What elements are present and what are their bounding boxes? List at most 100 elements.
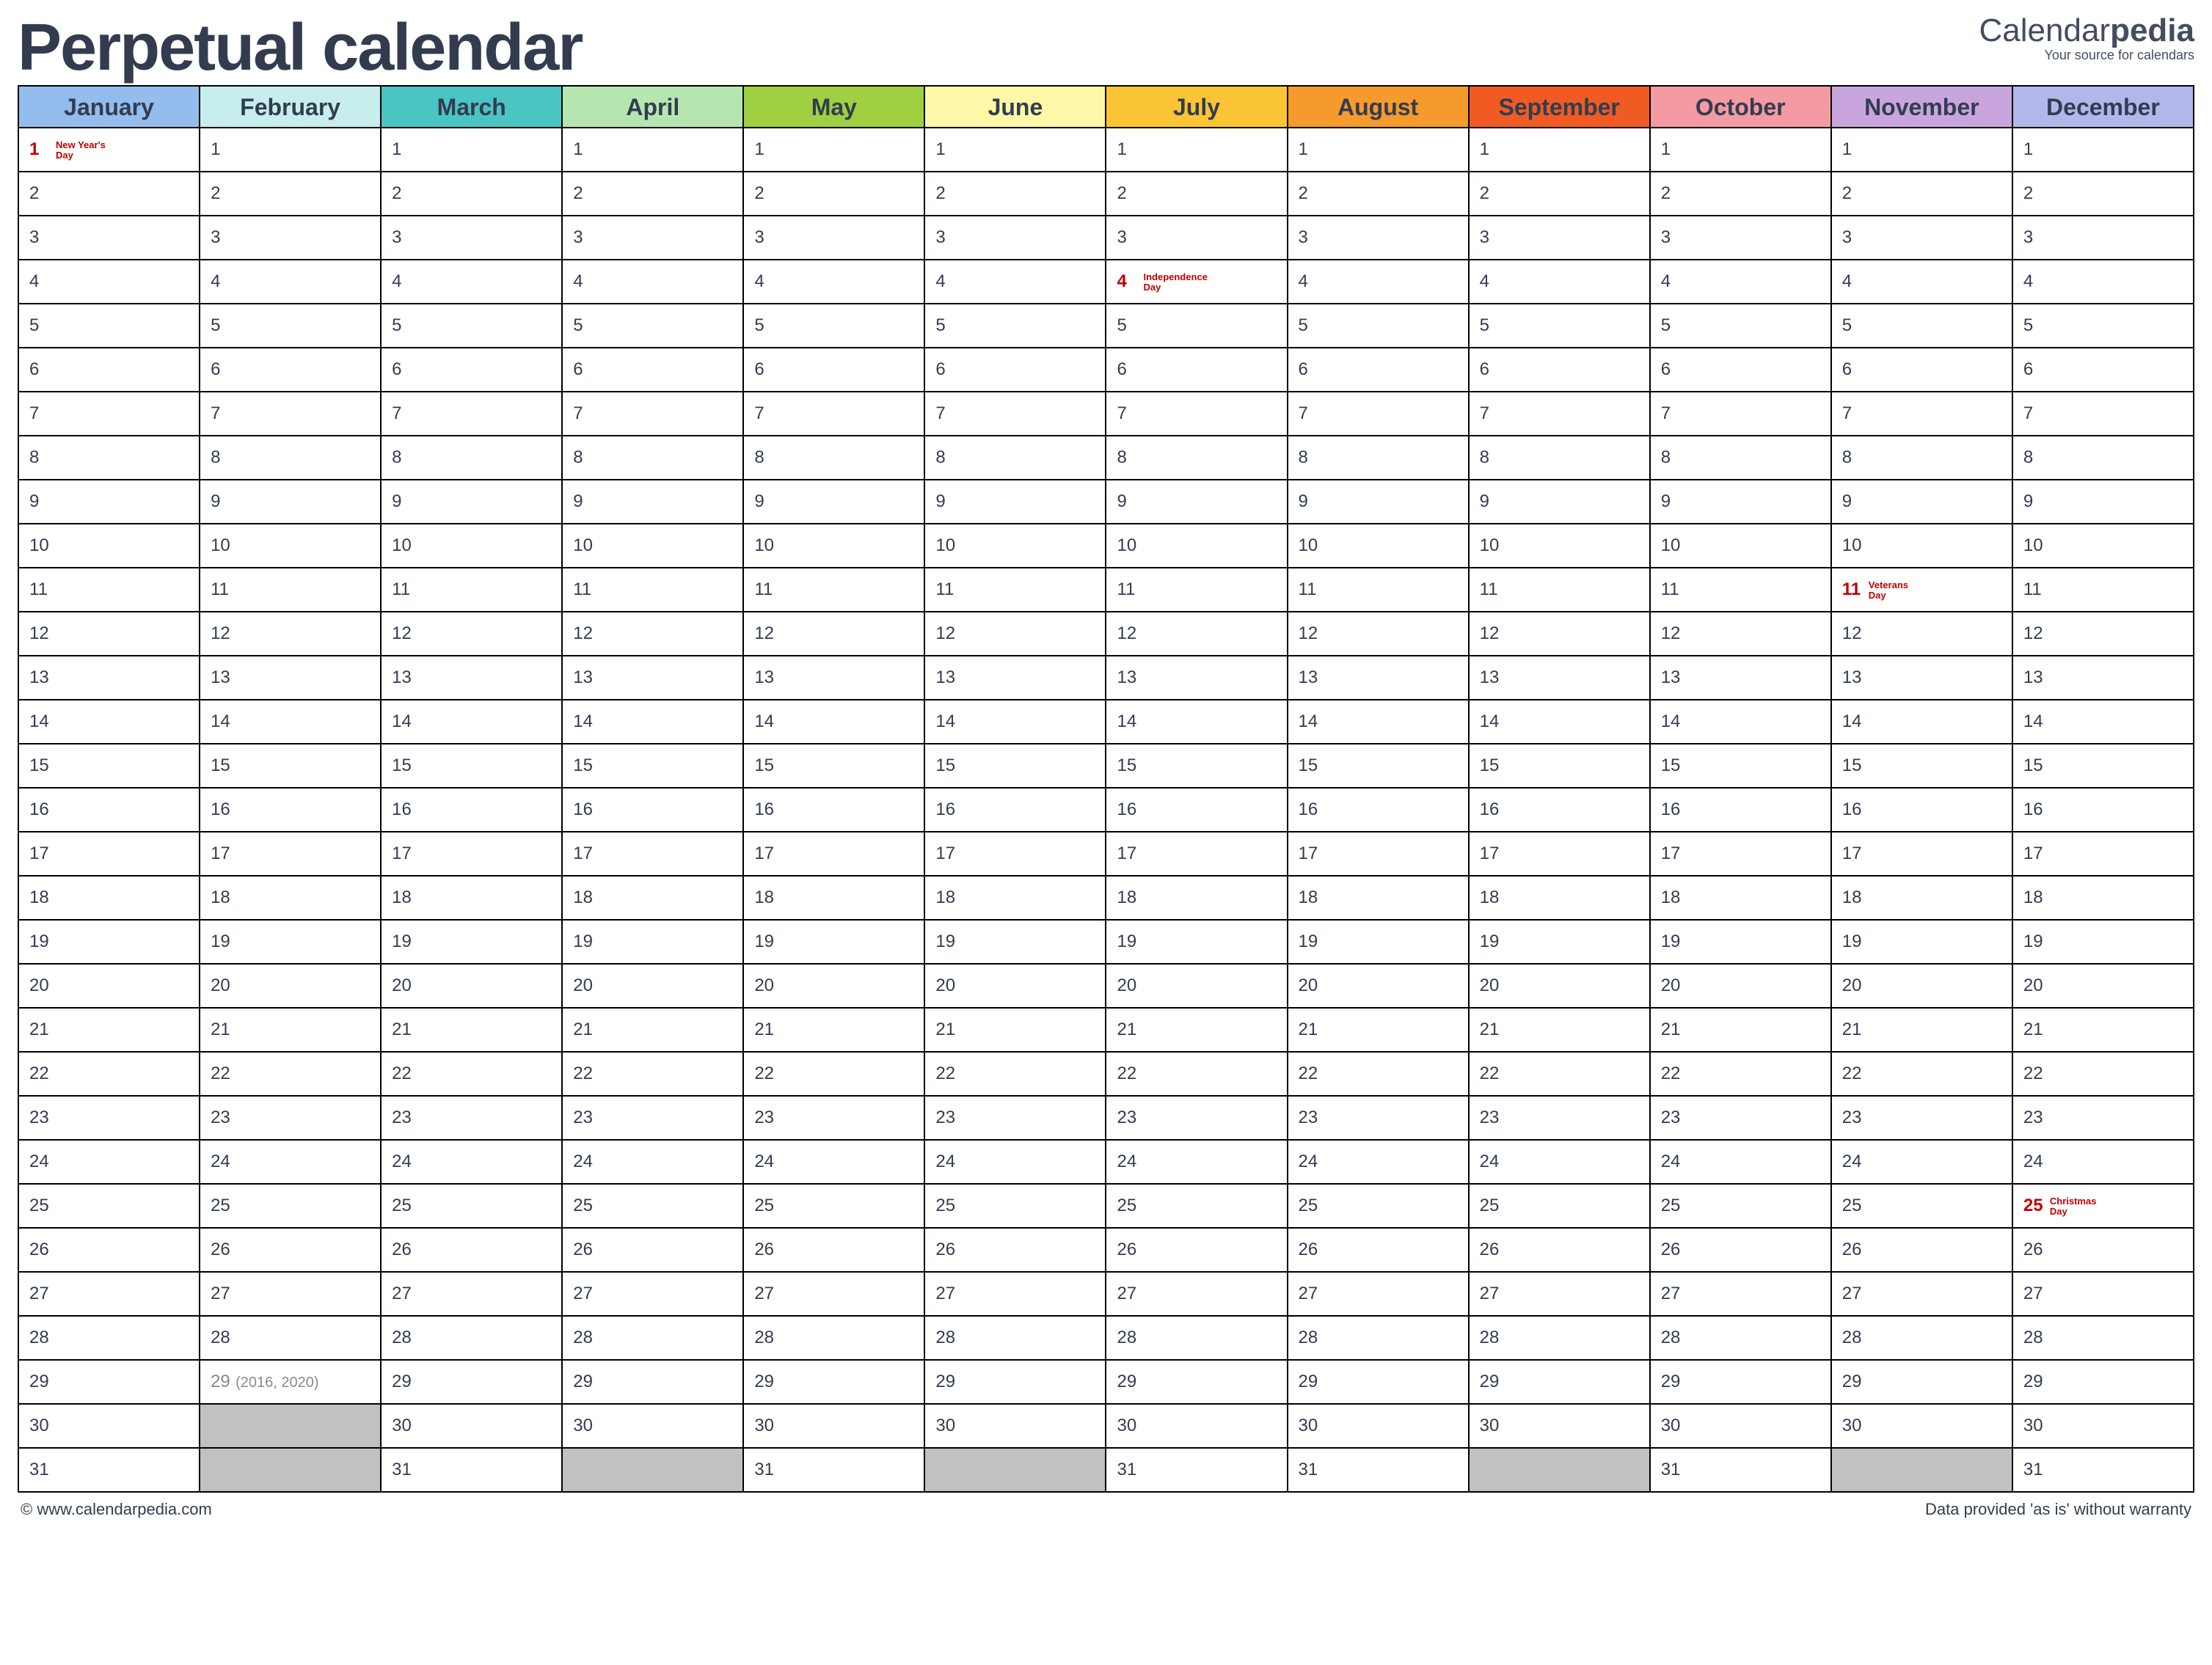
day-number: 15 — [1299, 755, 1321, 776]
day-number: 31 — [29, 1460, 51, 1480]
day-number: 9 — [754, 491, 776, 512]
day-cell: 23 — [562, 1096, 743, 1140]
day-cell: 29 — [2012, 1360, 2194, 1404]
day-number: 24 — [392, 1152, 414, 1172]
day-row: 888888888888 — [18, 436, 2194, 480]
day-number: 2 — [935, 183, 957, 204]
day-number: 22 — [211, 1064, 233, 1084]
day-number: 15 — [935, 755, 957, 776]
day-number: 4 — [29, 271, 51, 292]
day-cell — [200, 1448, 381, 1492]
day-cell: 8 — [1469, 436, 1650, 480]
day-cell: 24 — [743, 1140, 924, 1184]
day-cell: 4 — [200, 260, 381, 304]
calendar-body: 1New Year'sDay11111111111222222222222333… — [18, 128, 2194, 1492]
day-number: 29 — [573, 1372, 595, 1392]
day-number: 1 — [211, 139, 233, 160]
day-cell: 3 — [2012, 216, 2194, 260]
day-number: 3 — [573, 227, 595, 248]
day-number: 27 — [1842, 1284, 1864, 1304]
day-cell: 7 — [1469, 392, 1650, 436]
day-cell: 5 — [200, 304, 381, 348]
day-number: 1 — [1661, 139, 1683, 160]
day-number: 12 — [1480, 623, 1502, 644]
day-cell: 14 — [200, 700, 381, 744]
day-cell: 21 — [2012, 1008, 2194, 1052]
day-cell: 13 — [381, 656, 562, 700]
day-number: 11 — [754, 579, 776, 600]
day-cell: 29 — [1650, 1360, 1831, 1404]
day-cell: 30 — [1831, 1404, 2012, 1448]
day-number: 12 — [935, 623, 957, 644]
day-cell: 10 — [381, 524, 562, 568]
day-number: 28 — [1117, 1328, 1139, 1348]
day-number: 31 — [1299, 1460, 1321, 1480]
day-cell: 1 — [1650, 128, 1831, 172]
day-number: 15 — [1842, 755, 1864, 776]
day-number: 13 — [1661, 667, 1683, 688]
day-row: 131313131313131313131313 — [18, 656, 2194, 700]
day-number: 5 — [754, 315, 776, 336]
day-number: 17 — [211, 844, 233, 864]
day-cell: 24 — [1831, 1140, 2012, 1184]
leap-note: (2016, 2020) — [236, 1375, 318, 1391]
day-cell: 6 — [200, 348, 381, 392]
day-cell: 30 — [924, 1404, 1106, 1448]
day-number: 9 — [1661, 491, 1683, 512]
day-number: 8 — [1480, 447, 1502, 468]
calendar-table: JanuaryFebruaryMarchAprilMayJuneJulyAugu… — [18, 85, 2194, 1493]
day-cell: 2 — [1650, 172, 1831, 216]
day-cell: 4IndependenceDay — [1106, 260, 1287, 304]
day-cell: 19 — [200, 920, 381, 964]
day-number: 24 — [29, 1152, 51, 1172]
day-cell: 21 — [743, 1008, 924, 1052]
day-row: 777777777777 — [18, 392, 2194, 436]
day-cell: 16 — [743, 788, 924, 832]
day-cell: 5 — [924, 304, 1106, 348]
day-cell: 12 — [2012, 612, 2194, 656]
day-cell: 16 — [1288, 788, 1469, 832]
day-cell: 14 — [1650, 700, 1831, 744]
day-number: 10 — [1299, 535, 1321, 556]
day-number: 28 — [29, 1328, 51, 1348]
day-number: 21 — [1117, 1020, 1139, 1040]
day-number: 17 — [29, 844, 51, 864]
day-number: 4 — [2023, 271, 2045, 292]
day-number: 22 — [1117, 1064, 1139, 1084]
month-header: August — [1288, 86, 1469, 128]
day-cell: 30 — [1288, 1404, 1469, 1448]
day-cell — [924, 1448, 1106, 1492]
day-cell: 8 — [200, 436, 381, 480]
day-cell: 30 — [562, 1404, 743, 1448]
day-number: 20 — [1480, 976, 1502, 996]
day-cell: 22 — [381, 1052, 562, 1096]
day-cell: 18 — [562, 876, 743, 920]
day-cell: 28 — [1469, 1316, 1650, 1360]
holiday-label: VeteransDay — [1869, 580, 1908, 600]
day-cell: 27 — [1831, 1272, 2012, 1316]
day-cell: 21 — [381, 1008, 562, 1052]
day-number: 17 — [2023, 844, 2045, 864]
day-cell: 13 — [743, 656, 924, 700]
day-number: 8 — [573, 447, 595, 468]
day-number: 23 — [1299, 1108, 1321, 1128]
day-cell: 4 — [562, 260, 743, 304]
day-cell: 19 — [562, 920, 743, 964]
day-number: 21 — [935, 1020, 957, 1040]
day-number: 26 — [573, 1240, 595, 1260]
day-number: 10 — [392, 535, 414, 556]
day-cell: 23 — [18, 1096, 200, 1140]
day-number: 21 — [573, 1020, 595, 1040]
day-cell: 5 — [18, 304, 200, 348]
day-number: 27 — [1299, 1284, 1321, 1304]
day-number: 24 — [1117, 1152, 1139, 1172]
day-cell: 9 — [1106, 480, 1287, 524]
day-cell: 19 — [1469, 920, 1650, 964]
day-number: 18 — [1117, 888, 1139, 908]
day-cell: 6 — [743, 348, 924, 392]
day-number: 17 — [1661, 844, 1683, 864]
day-number: 20 — [1661, 976, 1683, 996]
day-cell: 9 — [18, 480, 200, 524]
day-number: 16 — [1842, 799, 1864, 820]
day-number: 24 — [573, 1152, 595, 1172]
